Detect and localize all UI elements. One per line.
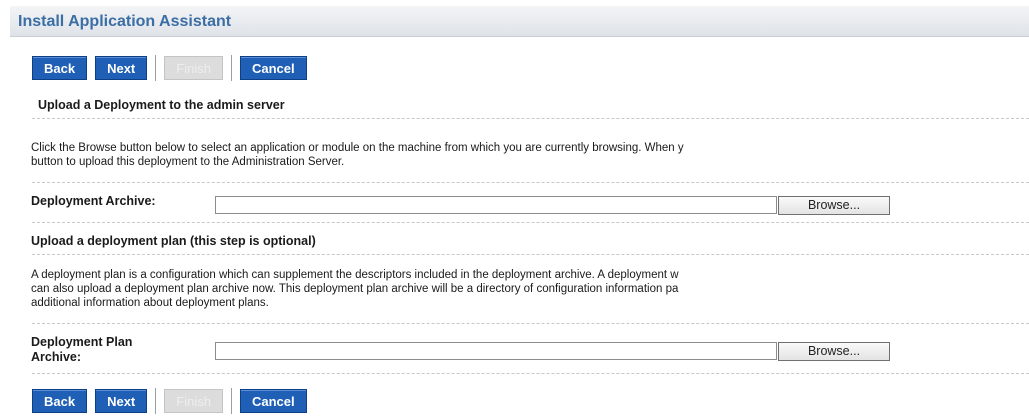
button-separator	[155, 388, 157, 414]
title-bar: Install Application Assistant	[10, 6, 1029, 37]
upload-section-heading: Upload a Deployment to the admin server	[38, 98, 285, 112]
button-separator	[230, 55, 232, 81]
divider	[32, 373, 1029, 374]
plan-description-line-3: additional information about deployment …	[31, 297, 269, 309]
finish-button[interactable]: Finish	[164, 56, 223, 80]
bottom-button-bar: Back Next Finish Cancel	[32, 386, 315, 416]
button-separator	[230, 388, 232, 414]
plan-description-line-1: A deployment plan is a configuration whi…	[31, 269, 679, 281]
next-button[interactable]: Next	[95, 56, 148, 80]
divider	[32, 254, 1029, 255]
deployment-plan-archive-input[interactable]	[215, 342, 777, 360]
label-line: Archive:	[31, 350, 82, 364]
button-separator	[155, 55, 157, 81]
label-line: Deployment Plan	[31, 335, 133, 349]
upload-description-line-1: Click the Browse button below to select …	[31, 142, 684, 154]
deployment-archive-input[interactable]	[215, 196, 777, 214]
deployment-plan-archive-label: Deployment Plan Archive:	[31, 335, 132, 365]
next-button[interactable]: Next	[95, 389, 148, 413]
divider	[32, 222, 1029, 223]
divider	[32, 118, 1029, 119]
cancel-button[interactable]: Cancel	[239, 56, 307, 80]
divider	[32, 323, 1029, 324]
finish-button[interactable]: Finish	[164, 389, 223, 413]
deployment-archive-label: Deployment Archive:	[31, 194, 156, 208]
deployment-plan-browse-button[interactable]: Browse...	[778, 342, 890, 361]
page-title: Install Application Assistant	[18, 13, 232, 30]
upload-description-line-2: button to upload this deployment to the …	[31, 156, 345, 168]
divider	[32, 182, 1029, 183]
back-button[interactable]: Back	[32, 389, 88, 413]
deployment-archive-browse-button[interactable]: Browse...	[778, 196, 890, 215]
plan-description-line-2: can also upload a deployment plan archiv…	[31, 283, 679, 295]
top-button-bar: Back Next Finish Cancel	[32, 53, 315, 83]
back-button[interactable]: Back	[32, 56, 88, 80]
cancel-button[interactable]: Cancel	[239, 389, 307, 413]
plan-section-heading: Upload a deployment plan (this step is o…	[31, 234, 316, 248]
